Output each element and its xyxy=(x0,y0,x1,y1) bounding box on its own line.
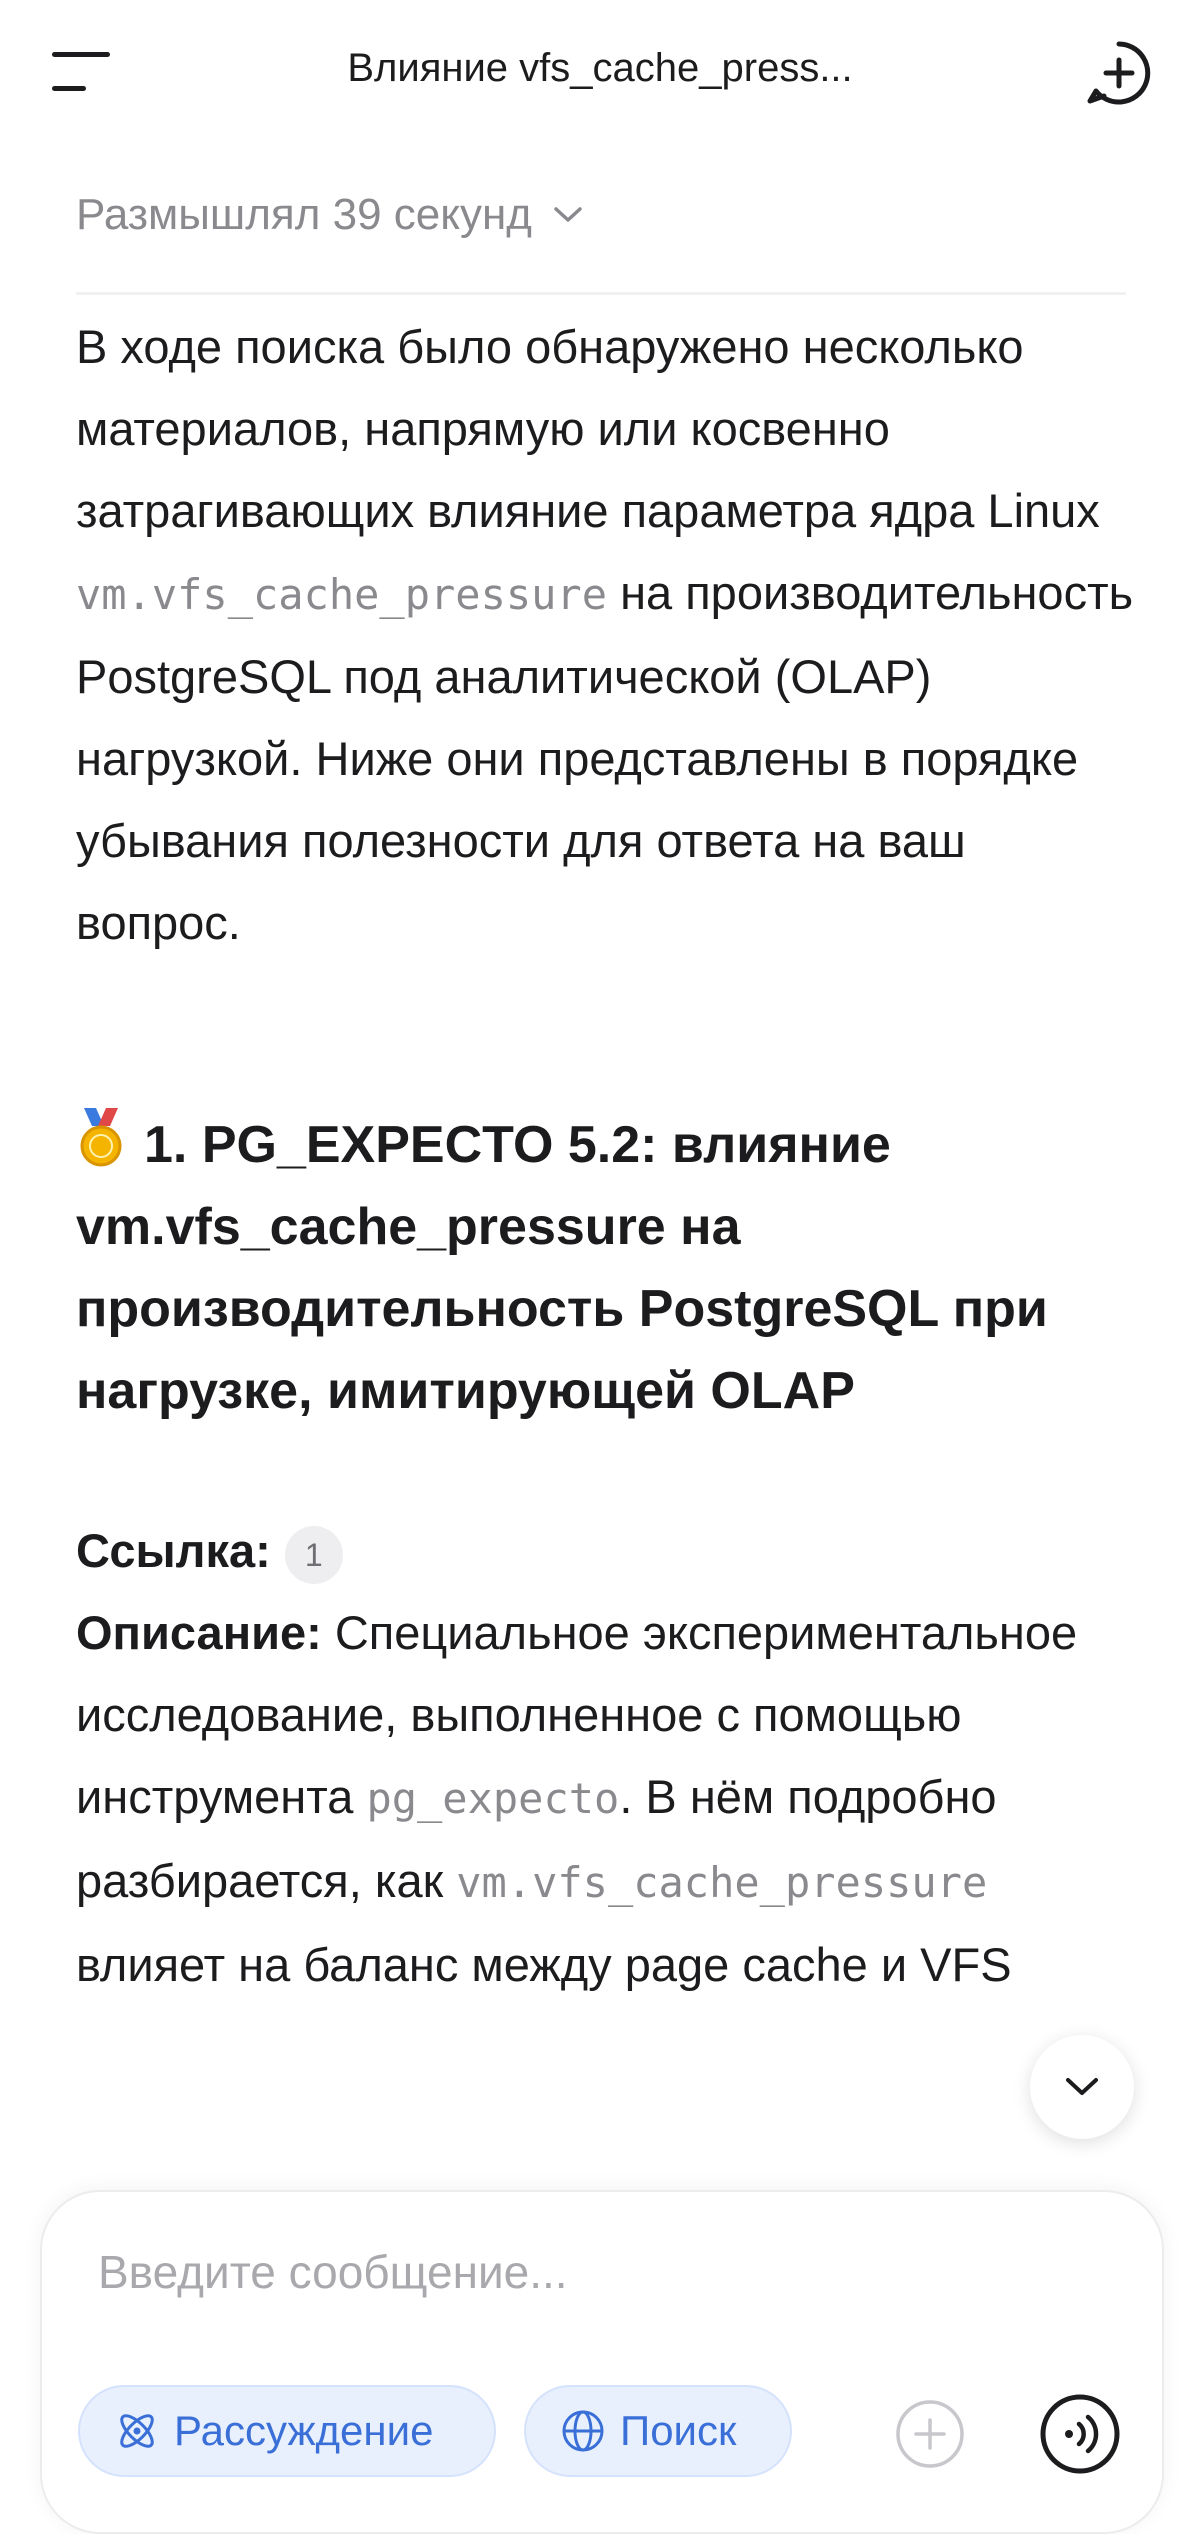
section-heading: 1. PG_EXPECTO 5.2: влияние vm.vfs_cache_… xyxy=(76,1104,1156,1432)
reference-badge[interactable]: 1 xyxy=(284,1525,343,1584)
search-label: Поиск xyxy=(620,2407,737,2454)
inline-code: vm.vfs_cache_pressure xyxy=(456,1858,988,1907)
new-chat-icon[interactable] xyxy=(1084,38,1154,108)
chat-title[interactable]: Влияние vfs_cache_press... xyxy=(240,46,960,91)
voice-icon[interactable] xyxy=(1038,2392,1122,2476)
intro-paragraph: В ходе поиска было обнаружено несколько … xyxy=(76,320,1134,949)
inline-code: pg_expecto xyxy=(366,1774,620,1823)
chevron-down-icon xyxy=(554,207,582,222)
thinking-toggle[interactable]: Размышлял 39 секунд xyxy=(76,190,584,240)
chevron-down-icon xyxy=(1066,2078,1098,2095)
attach-icon[interactable] xyxy=(894,2398,966,2470)
section-body: Ссылка: 1 Описание: Специальное экспериме… xyxy=(76,1524,1078,1991)
globe-icon xyxy=(562,2410,604,2452)
reasoning-label: Рассуждение xyxy=(174,2407,434,2454)
reasoning-toggle[interactable]: Рассуждение xyxy=(78,2385,496,2477)
divider xyxy=(76,292,1126,295)
scroll-down-button[interactable] xyxy=(1030,2035,1134,2139)
top-bar: Влияние vfs_cache_press... xyxy=(0,0,1200,150)
inline-code: vm.vfs_cache_pressure xyxy=(76,570,608,619)
search-toggle[interactable]: Поиск xyxy=(524,2385,792,2477)
menu-icon[interactable] xyxy=(52,48,112,96)
composer: Рассуждение Поиск xyxy=(40,2190,1164,2534)
atom-icon xyxy=(120,2414,154,2448)
thinking-label: Размышлял 39 секунд xyxy=(76,190,532,239)
gold-medal-icon xyxy=(80,1108,122,1167)
message-input[interactable] xyxy=(96,2236,1080,2308)
